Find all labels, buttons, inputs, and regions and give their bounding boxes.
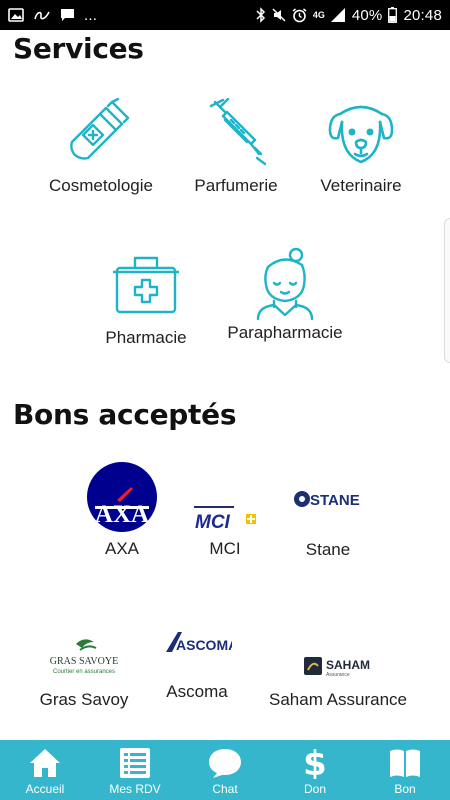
message-icon	[61, 9, 74, 21]
signal-icon	[330, 8, 345, 22]
gras-savoye-logo-subtext: Courtier en assurances	[53, 669, 115, 675]
service-label: Veterinaire	[320, 176, 402, 195]
gallery-icon	[8, 8, 24, 22]
battery-percent: 40%	[351, 6, 383, 24]
app-notification-icon	[34, 11, 50, 20]
battery-icon	[388, 7, 398, 23]
syringe-icon	[209, 98, 267, 166]
bon-ascoma[interactable]: ASCOMA Ascoma	[158, 630, 236, 702]
bon-label: Gras Savoy	[39, 690, 129, 709]
bon-label: AXA	[104, 539, 140, 558]
tab-label: Accueil	[25, 782, 65, 796]
service-parapharmacie[interactable]: Parapharmacie	[215, 245, 355, 343]
service-pharmacie[interactable]: Pharmacie	[76, 250, 216, 348]
saham-logo-text: SAHAM	[326, 658, 370, 672]
tab-chat[interactable]: Chat	[180, 740, 270, 800]
stane-logo-text: STANE	[310, 492, 360, 509]
services-title: Services	[13, 32, 144, 65]
mci-logo: MCI	[194, 506, 256, 533]
tab-label: Chat	[212, 782, 238, 796]
bon-label: Saham Assurance	[269, 690, 407, 709]
service-veterinaire[interactable]: Veterinaire	[291, 98, 431, 196]
gras-savoye-logo: GRAS SAVOYE Courtier en assurances	[50, 639, 118, 675]
axa-logo: AXA	[87, 462, 157, 532]
clock: 20:48	[403, 6, 442, 24]
first-aid-kit-icon	[113, 256, 179, 314]
bon-axa[interactable]: AXA AXA	[84, 462, 160, 559]
mute-icon	[272, 8, 286, 22]
ascoma-logo-text: ASCOMA	[176, 637, 232, 653]
bluetooth-icon	[256, 7, 265, 23]
service-label: Parfumerie	[194, 176, 278, 195]
service-label: Cosmetologie	[49, 176, 153, 195]
tab-label: Mes RDV	[109, 782, 161, 796]
more-notifications: ...	[84, 6, 98, 24]
bottom-tab-bar: Accueil Mes RDV Chat $ Don Bon	[0, 740, 450, 800]
dog-icon	[328, 105, 394, 164]
book-icon	[390, 749, 420, 777]
ascoma-logo: ASCOMA	[166, 632, 232, 653]
mci-logo-text: MCI	[195, 512, 231, 533]
edge-panel-handle[interactable]	[444, 218, 450, 363]
home-icon	[30, 749, 60, 777]
lotion-bottle-icon	[70, 98, 130, 160]
tab-don[interactable]: $ Don	[270, 740, 360, 800]
gras-savoye-logo-text: GRAS SAVOYE	[50, 656, 118, 667]
saham-logo: SAHAM Assurance	[304, 657, 370, 678]
tab-bon[interactable]: Bon	[360, 740, 450, 800]
service-cosmetologie[interactable]: Cosmetologie	[31, 98, 171, 196]
network-type: 4G	[312, 9, 325, 20]
tab-mes-rdv[interactable]: Mes RDV	[90, 740, 180, 800]
nurse-icon	[256, 247, 314, 320]
bon-gras-savoy[interactable]: GRAS SAVOYE Courtier en assurances Gras …	[38, 636, 130, 710]
bon-stane[interactable]: STANE Stane	[288, 488, 368, 560]
status-bar: ... 4G 40% 20:48	[0, 0, 450, 30]
bon-label: MCI	[209, 539, 241, 558]
bon-label: Stane	[305, 540, 351, 559]
service-label: Pharmacie	[105, 328, 187, 347]
alarm-icon	[292, 7, 307, 22]
saham-logo-subtext: Assurance	[326, 672, 350, 678]
dollar-icon: $	[303, 745, 327, 779]
stane-logo: STANE	[294, 491, 360, 509]
service-label: Parapharmacie	[227, 323, 343, 342]
service-parfumerie[interactable]: Parfumerie	[166, 98, 306, 196]
tab-accueil[interactable]: Accueil	[0, 740, 90, 800]
tab-label: Bon	[394, 782, 416, 796]
svg-text:$: $	[303, 745, 327, 779]
list-icon	[120, 748, 150, 778]
main-content[interactable]: Services Cosmetologie Parfumerie Veterin…	[0, 30, 450, 740]
bon-label: Ascoma	[166, 682, 228, 701]
bons-title: Bons acceptés	[13, 398, 237, 431]
chat-bubble-icon	[209, 749, 241, 778]
bon-mci[interactable]: MCI MCI	[186, 504, 264, 559]
bon-saham-assurance[interactable]: SAHAM Assurance Saham Assurance	[262, 654, 414, 710]
axa-logo-text: AXA	[95, 501, 149, 528]
tab-label: Don	[303, 782, 326, 796]
